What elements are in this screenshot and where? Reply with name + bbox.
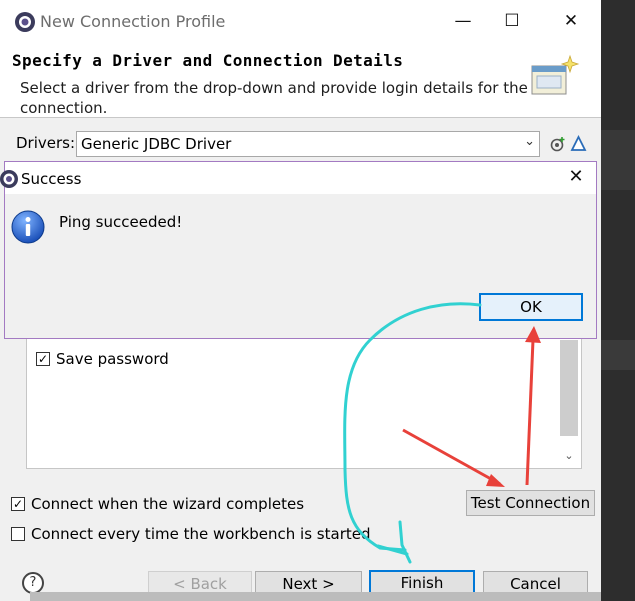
- red-arrow-to-test-connection: [402, 428, 505, 487]
- annotation-overlay: [343, 302, 541, 564]
- cyan-curve-ok-to-finish: [343, 302, 482, 564]
- red-arrow-to-ok: [525, 326, 541, 486]
